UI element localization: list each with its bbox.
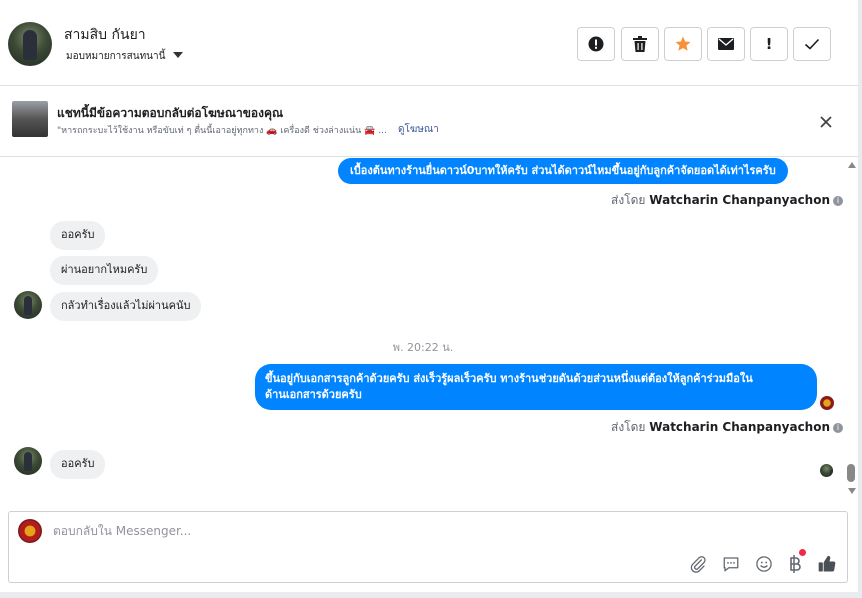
seen-indicator [820, 396, 834, 410]
scroll-up-arrow-icon[interactable] [848, 162, 856, 168]
info-icon[interactable]: i [833, 195, 844, 206]
ad-reply-banner: แชทนี้มีข้อความตอบกลับต่อโฆษณาของคุณ "หา… [0, 87, 858, 157]
exclamation-icon: ! [765, 35, 773, 53]
sent-by-prefix: ส่งโดย [611, 420, 650, 434]
emoji-button[interactable] [753, 553, 775, 575]
message-text-line: ด้านเอกสารด้วยครับ [265, 388, 362, 401]
notification-dot [799, 549, 806, 556]
contact-avatar[interactable] [8, 22, 52, 66]
star-icon [675, 36, 691, 51]
close-icon [820, 116, 832, 128]
baht-icon [790, 555, 801, 573]
message-text: ผ่านอยากไหมครับ [61, 263, 148, 276]
message-incoming[interactable]: ออครับ [50, 221, 106, 250]
paperclip-icon [690, 556, 706, 573]
attach-button[interactable] [687, 553, 709, 575]
assign-conversation-label[interactable]: มอบหมายการสนทนานี้ [66, 49, 165, 64]
mark-spam-button[interactable] [577, 27, 615, 61]
star-button[interactable] [664, 27, 702, 61]
ad-snippet: "หารถกระบะไว้ใช้งาน หรือขับเท่ ๆ ตื่นนี้… [57, 126, 387, 136]
message-text-line: ขึ้นอยู่กับเอกสารลูกค้าด้วยครับ ส่งเร็วร… [265, 372, 753, 385]
like-button[interactable] [816, 553, 838, 575]
saved-replies-button[interactable] [720, 553, 742, 575]
close-ad-banner-button[interactable] [815, 111, 837, 133]
message-text: กลัวทำเรื่องแล้วไม่ผ่านคนับ [61, 299, 191, 312]
follow-up-button[interactable]: ! [750, 27, 788, 61]
contact-avatar-small[interactable] [14, 291, 42, 319]
conversation-header: สามสิบ กันยา มอบหมายการสนทนานี้ ! [0, 0, 858, 86]
envelope-icon [718, 38, 734, 50]
reply-composer [8, 511, 848, 583]
spam-icon [588, 36, 604, 52]
info-icon[interactable]: i [833, 422, 844, 433]
seen-by-contact-avatar [820, 464, 833, 477]
reply-input[interactable] [53, 521, 653, 541]
message-incoming[interactable]: กลัวทำเรื่องแล้วไม่ผ่านคนับ [50, 292, 202, 321]
message-thread[interactable]: เบื้องต้นทางร้านยื่นดาวน์0บาทให้ครับ ส่ว… [0, 158, 858, 504]
scroll-thumb[interactable] [847, 464, 855, 482]
page-avatar [18, 519, 42, 543]
view-ad-link[interactable]: ดูโฆษณา [398, 122, 439, 137]
chevron-down-icon[interactable] [173, 52, 183, 58]
message-outgoing[interactable]: เบื้องต้นทางร้านยื่นดาวน์0บาทให้ครับ ส่ว… [338, 158, 788, 184]
payment-button[interactable] [784, 553, 806, 575]
message-text: ออครับ [61, 228, 95, 241]
sent-by-name: Watcharin Chanpanyachon [649, 420, 831, 434]
mark-unread-button[interactable] [707, 27, 745, 61]
thumbs-up-icon [818, 555, 836, 572]
scroll-down-arrow-icon[interactable] [848, 488, 856, 494]
check-icon [804, 38, 820, 50]
message-incoming[interactable]: ออครับ [50, 450, 106, 479]
message-text: เบื้องต้นทางร้านยื่นดาวน์0บาทให้ครับ ส่ว… [350, 164, 776, 177]
sent-by-label: ส่งโดย Watcharin Chanpanyachon i [611, 418, 844, 437]
delete-button[interactable] [621, 27, 659, 61]
message-text: ออครับ [61, 457, 95, 470]
right-rail [858, 0, 862, 598]
mark-done-button[interactable] [793, 27, 831, 61]
contact-name[interactable]: สามสิบ กันยา [64, 24, 146, 46]
sent-by-prefix: ส่งโดย [611, 193, 650, 207]
ad-thumbnail[interactable] [12, 101, 48, 137]
message-outgoing[interactable]: ขึ้นอยู่กับเอกสารลูกค้าด้วยครับ ส่งเร็วร… [255, 364, 817, 410]
ad-banner-title: แชทนี้มีข้อความตอบกลับต่อโฆษณาของคุณ [57, 106, 284, 120]
message-timestamp: พ. 20:22 น. [392, 341, 454, 354]
trash-icon [633, 36, 647, 52]
sent-by-name: Watcharin Chanpanyachon [649, 193, 831, 207]
message-incoming[interactable]: ผ่านอยากไหมครับ [50, 256, 159, 285]
sent-by-label: ส่งโดย Watcharin Chanpanyachon i [611, 191, 844, 210]
saved-reply-icon [723, 557, 739, 572]
contact-avatar-small[interactable] [14, 447, 42, 475]
page-footer-strip [0, 592, 862, 598]
thread-scrollbar[interactable] [846, 158, 858, 498]
emoji-icon [756, 556, 772, 572]
